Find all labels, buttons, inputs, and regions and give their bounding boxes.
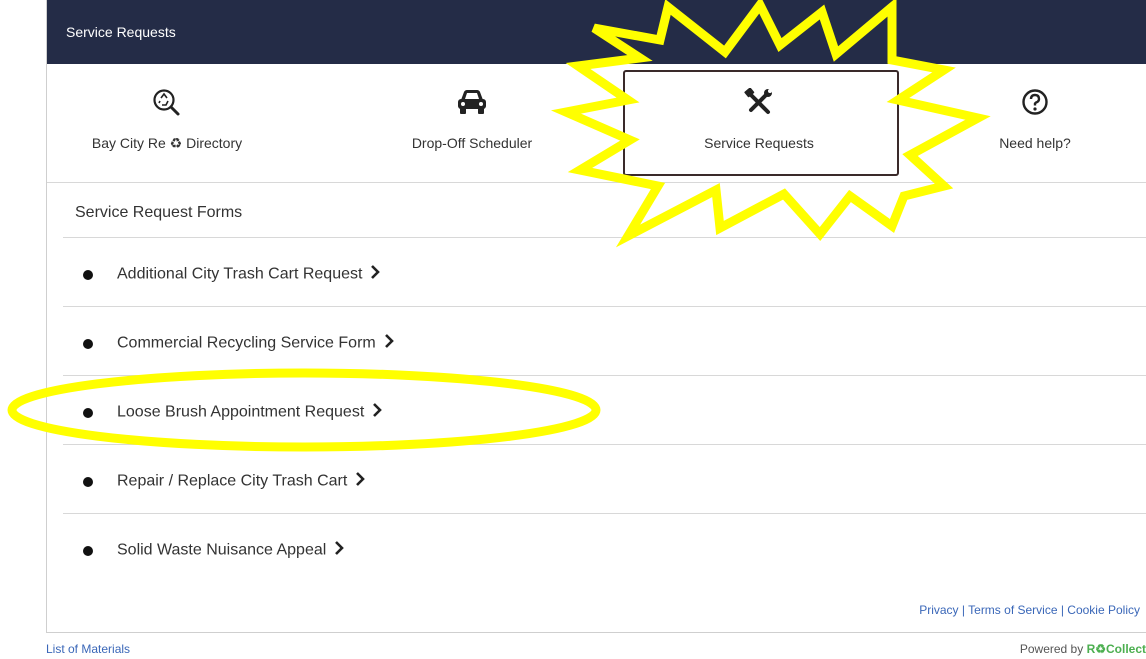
- bullet-dot: [83, 270, 93, 280]
- form-item-label: Loose Brush Appointment Request: [117, 403, 365, 421]
- form-item-nuisance-appeal[interactable]: Solid Waste Nuisance Appeal: [63, 513, 1146, 582]
- powered-by-text: Powered by: [1019, 642, 1087, 656]
- service-requests-widget: Service Requests Bay City Re ♻ Directory: [46, 0, 1146, 633]
- nav-label-service-requests: Service Requests: [704, 135, 814, 151]
- form-item-commercial-recycling[interactable]: Commercial Recycling Service Form: [63, 306, 1146, 375]
- recycle-search-icon: [152, 88, 182, 121]
- form-item-label: Commercial Recycling Service Form: [117, 334, 376, 352]
- nav-item-need-help[interactable]: Need help?: [955, 64, 1115, 182]
- chevron-right-icon: [334, 541, 345, 560]
- chevron-right-icon: [370, 265, 381, 284]
- nav-item-service-requests[interactable]: Service Requests: [623, 64, 895, 182]
- cookie-policy-link[interactable]: Cookie Policy: [1067, 603, 1140, 617]
- forms-list: Additional City Trash Cart Request Comme…: [63, 237, 1146, 582]
- form-item-label: Additional City Trash Cart Request: [117, 265, 363, 283]
- form-item-label: Repair / Replace City Trash Cart: [117, 472, 348, 490]
- form-item-repair-replace-cart[interactable]: Repair / Replace City Trash Cart: [63, 444, 1146, 513]
- header-title: Service Requests: [66, 24, 176, 40]
- car-icon: [455, 88, 489, 119]
- nav-label-need-help: Need help?: [999, 135, 1071, 151]
- nav-item-drop-off-scheduler[interactable]: Drop-Off Scheduler: [352, 64, 592, 182]
- recollect-logo[interactable]: R♻Collect: [1087, 642, 1146, 656]
- form-item-label: Solid Waste Nuisance Appeal: [117, 541, 327, 559]
- chevron-right-icon: [372, 403, 383, 422]
- bullet-dot: [83, 408, 93, 418]
- forms-section-title: Service Request Forms: [75, 204, 243, 221]
- form-item-loose-brush-appointment[interactable]: Loose Brush Appointment Request: [63, 375, 1146, 444]
- privacy-link[interactable]: Privacy: [919, 603, 958, 617]
- question-circle-icon: [1021, 88, 1049, 119]
- list-of-materials-link[interactable]: List of Materials: [46, 642, 130, 656]
- form-item-additional-trash-cart[interactable]: Additional City Trash Cart Request: [63, 237, 1146, 306]
- nav-bar: Bay City Re ♻ Directory Drop-Off Schedul…: [47, 64, 1146, 183]
- footer-separator: |: [958, 603, 969, 617]
- tools-icon: [744, 87, 774, 119]
- nav-label-drop-off-scheduler: Drop-Off Scheduler: [411, 135, 533, 151]
- footer-links: Privacy | Terms of Service | Cookie Poli…: [919, 603, 1140, 617]
- bullet-dot: [83, 546, 93, 556]
- chevron-right-icon: [384, 334, 394, 353]
- footer-separator: |: [1057, 603, 1068, 617]
- widget-header: Service Requests: [47, 0, 1146, 64]
- bullet-dot: [83, 477, 93, 487]
- terms-link[interactable]: Terms of Service: [968, 603, 1057, 617]
- nav-item-directory[interactable]: Bay City Re ♻ Directory: [47, 64, 287, 182]
- powered-by: Powered by R♻Collect: [1020, 642, 1146, 656]
- chevron-right-icon: [355, 472, 366, 491]
- nav-label-directory: Bay City Re ♻ Directory: [91, 135, 243, 151]
- bullet-dot: [83, 339, 93, 349]
